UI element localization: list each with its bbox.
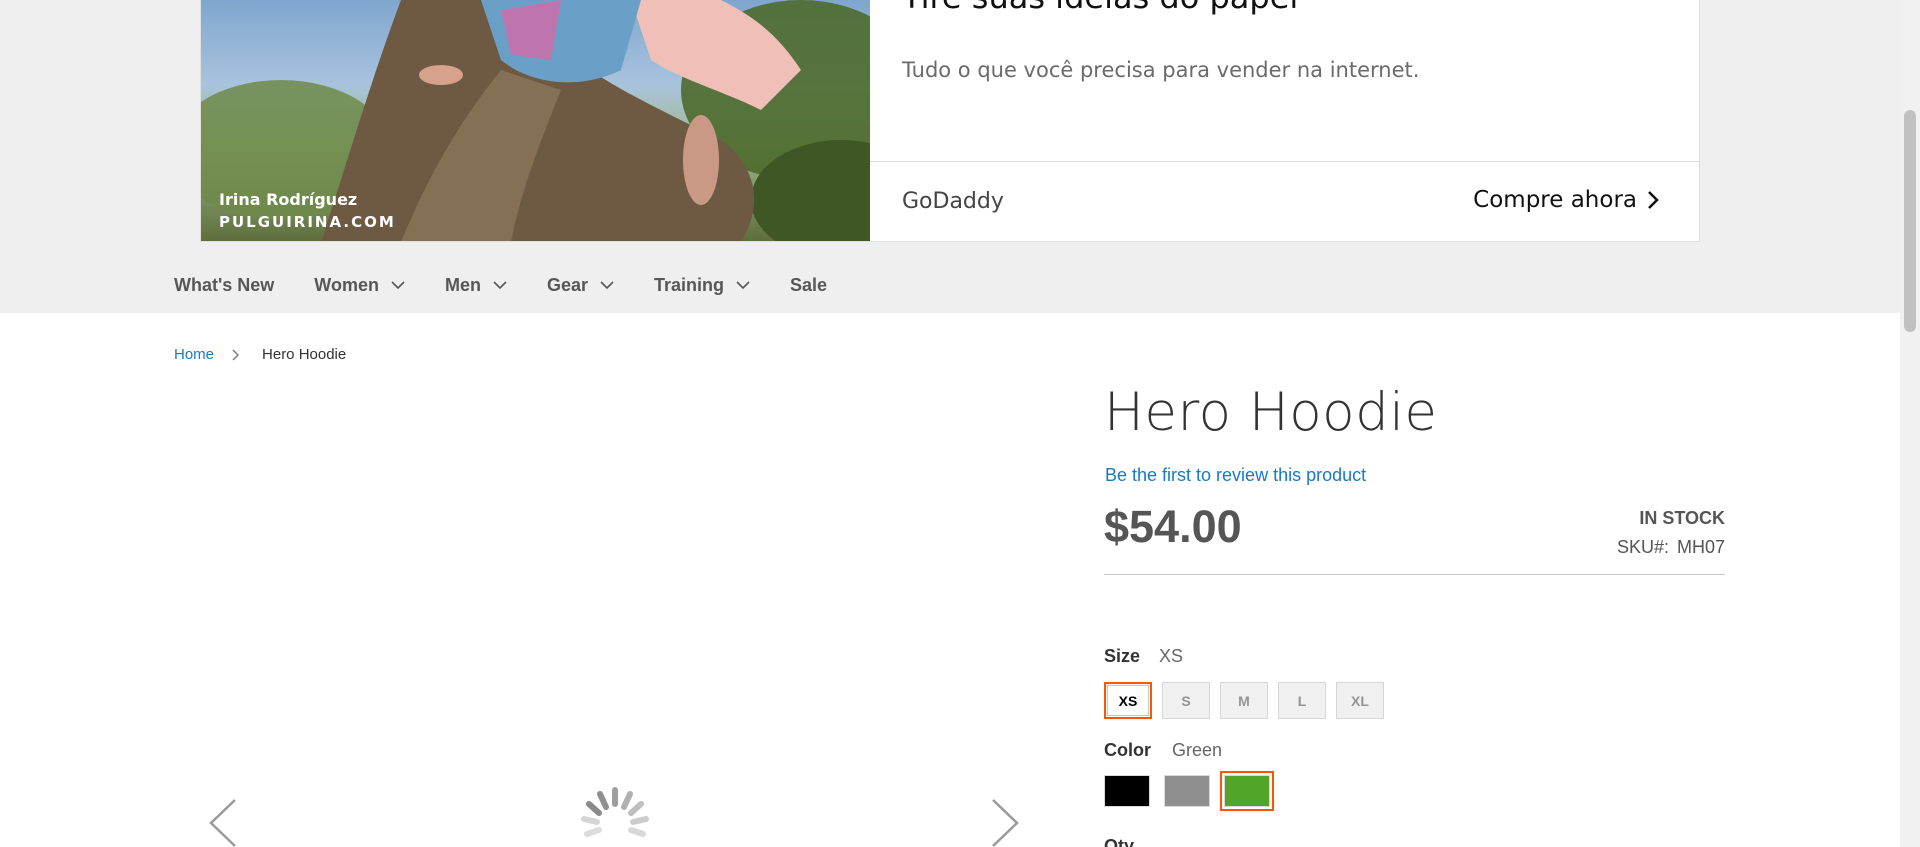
nav-item-women[interactable]: Women — [314, 275, 405, 296]
breadcrumb-home-link[interactable]: Home — [174, 346, 214, 363]
nav-item-sale[interactable]: Sale — [790, 275, 827, 296]
breadcrumb: Home Hero Hoodie — [174, 346, 346, 363]
nav-item-training[interactable]: Training — [654, 275, 750, 296]
nav-item-label: Women — [314, 274, 379, 295]
chevron-down-icon — [736, 280, 750, 289]
review-link[interactable]: Be the first to review this product — [1105, 465, 1366, 486]
gallery-prev-icon[interactable] — [208, 798, 238, 847]
breadcrumb-separator-icon — [232, 349, 240, 360]
ad-photo-credit-name: Irina Rodríguez — [219, 190, 358, 209]
color-label: Color — [1104, 740, 1151, 760]
ad-cta-button[interactable]: Compre ahora — [1473, 187, 1659, 213]
ad-divider — [870, 161, 1699, 162]
nav-item-label: What's New — [174, 274, 275, 295]
nav-item-label: Training — [654, 274, 725, 295]
size-option-xl[interactable]: XL — [1336, 682, 1384, 719]
ad-banner[interactable]: Irina Rodríguez PULGUIRINA.COM Tire suas… — [200, 0, 1700, 242]
size-selected-value: XS — [1159, 646, 1184, 666]
chevron-right-icon — [1648, 191, 1659, 209]
main-nav: What's New Women Men Gear Training Sale — [174, 270, 867, 300]
nav-item-men[interactable]: Men — [445, 275, 507, 296]
size-option-xs[interactable]: XS — [1104, 682, 1152, 719]
scrollbar-thumb[interactable] — [1904, 110, 1916, 332]
sku-value: MH07 — [1676, 537, 1725, 557]
color-option-gray[interactable] — [1164, 775, 1210, 807]
size-option-s[interactable]: S — [1162, 682, 1210, 719]
ad-photo-credit-site: PULGUIRINA.COM — [219, 213, 396, 231]
nav-item-label: Gear — [546, 274, 588, 295]
nav-item-whats-new[interactable]: What's New — [174, 275, 274, 296]
ad-cta-label: Compre ahora — [1473, 187, 1637, 213]
size-options: XS S M L XL — [1104, 682, 1384, 719]
nav-item-label: Men — [444, 274, 481, 295]
nav-item-gear[interactable]: Gear — [547, 275, 614, 296]
chevron-down-icon — [600, 280, 614, 289]
page-scrollbar[interactable] — [1900, 0, 1920, 847]
size-label: Size — [1104, 646, 1141, 666]
color-option-green[interactable] — [1220, 771, 1274, 811]
chevron-down-icon — [391, 280, 405, 289]
gallery-next-icon[interactable] — [990, 798, 1020, 847]
product-sku: SKU#: MH07 — [1617, 537, 1725, 558]
ad-brand: GoDaddy — [902, 189, 1004, 214]
color-option-black[interactable] — [1104, 775, 1150, 807]
loading-spinner-icon — [581, 787, 649, 837]
color-options — [1104, 771, 1274, 811]
info-divider — [1104, 574, 1725, 575]
size-option-m[interactable]: M — [1220, 682, 1268, 719]
chevron-down-icon — [493, 280, 507, 289]
stock-status: IN STOCK — [1639, 508, 1725, 528]
color-selected-value: Green — [1172, 740, 1223, 760]
ad-headline: Tire suas ideias do papel — [902, 0, 1298, 16]
header-band: Irina Rodríguez PULGUIRINA.COM Tire suas… — [0, 0, 1900, 313]
qty-label: Qty — [1104, 836, 1135, 847]
product-title: Hero Hoodie — [1104, 382, 1438, 443]
breadcrumb-current: Hero Hoodie — [262, 346, 347, 363]
ad-photo: Irina Rodríguez PULGUIRINA.COM — [201, 0, 870, 241]
product-price: $54.00 — [1104, 501, 1242, 552]
size-option-l[interactable]: L — [1278, 682, 1326, 719]
sku-label: SKU#: — [1616, 537, 1669, 557]
ad-subtext: Tudo o que você precisa para vender na i… — [902, 58, 1420, 82]
nav-item-label: Sale — [790, 274, 828, 295]
